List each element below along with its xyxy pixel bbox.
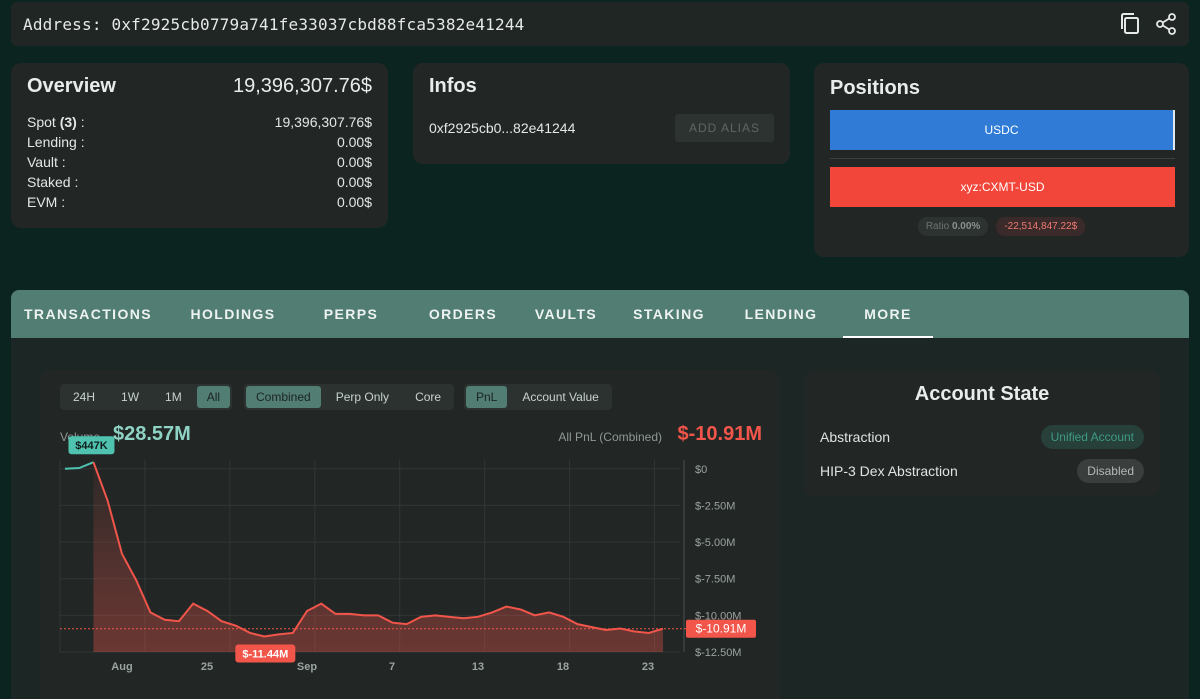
positions-card: Positions USDC xyz:CXMT-USD Ratio 0.00% … xyxy=(814,63,1189,257)
x-tick-label: 23 xyxy=(642,661,654,673)
y-tick-label: $0 xyxy=(695,464,707,476)
y-tick-label: $-7.50M xyxy=(695,574,735,586)
x-tick-label: Sep xyxy=(297,661,317,673)
tab-perps[interactable]: PERPS xyxy=(301,290,401,338)
short-address: 0xf2925cb0...82e41244 xyxy=(429,120,576,136)
tab-more[interactable]: MORE xyxy=(843,290,933,338)
net-value-badge: -22,514,847.22$ xyxy=(996,217,1086,236)
x-tick-label: 7 xyxy=(389,661,395,673)
positions-divider xyxy=(830,158,1175,159)
copy-icon[interactable] xyxy=(1119,13,1141,35)
infos-card: Infos 0xf2925cb0...82e41244 ADD ALIAS xyxy=(413,63,790,164)
gain-line xyxy=(64,461,94,470)
add-alias-button[interactable]: ADD ALIAS xyxy=(674,114,774,142)
overview-row-spot: Spot (3) : 19,396,307.76$ xyxy=(27,114,372,130)
x-tick-label: 25 xyxy=(201,661,213,673)
overview-row-vault: Vault :0.00$ xyxy=(27,154,372,170)
wallet-address: 0xf2925cb0779a741fe33037cbd88fca5382e412… xyxy=(111,14,525,34)
pnl-chart-card: 24H 1W 1M All Combined Perp Only Core Pn… xyxy=(40,370,780,699)
ratio-badge: Ratio 0.00% xyxy=(917,217,989,236)
tab-staking[interactable]: STAKING xyxy=(619,290,719,338)
min-label: $-11.44M xyxy=(242,648,288,660)
overview-row-evm: EVM :0.00$ xyxy=(27,194,372,210)
tab-holdings[interactable]: HOLDINGS xyxy=(177,290,289,338)
pnl-chart[interactable]: $0$-2.50M$-5.00M$-7.50M$-10.00M$-12.50MA… xyxy=(40,370,780,699)
overview-total: 19,396,307.76$ xyxy=(232,75,372,97)
overview-row-staked: Staked :0.00$ xyxy=(27,174,372,190)
y-tick-label: $-5.00M xyxy=(695,537,735,549)
tab-transactions[interactable]: TRANSACTIONS xyxy=(11,290,165,338)
overview-row-lending: Lending :0.00$ xyxy=(27,134,372,150)
position-short-bar[interactable]: xyz:CXMT-USD xyxy=(830,167,1175,207)
tab-lending[interactable]: LENDING xyxy=(731,290,831,338)
overview-card: Overview 19,396,307.76$ Spot (3) : 19,39… xyxy=(11,63,388,228)
share-icon[interactable] xyxy=(1155,13,1177,35)
max-label: $447K xyxy=(75,440,107,452)
last-value-tag: $-10.91M xyxy=(696,622,747,636)
x-tick-label: 18 xyxy=(557,661,569,673)
infos-title: Infos xyxy=(429,75,477,97)
pnl-line xyxy=(92,461,664,638)
address-bar: Address: 0xf2925cb0779a741fe33037cbd88fc… xyxy=(11,2,1189,46)
address-text: Address: 0xf2925cb0779a741fe33037cbd88fc… xyxy=(23,14,525,34)
hip3-badge: Disabled xyxy=(1077,459,1144,483)
positions-title: Positions xyxy=(830,77,921,99)
tab-vaults[interactable]: VAULTS xyxy=(525,290,607,338)
tab-bar: TRANSACTIONS HOLDINGS PERPS ORDERS VAULT… xyxy=(11,290,1189,338)
x-tick-label: 13 xyxy=(472,661,484,673)
x-tick-label: Aug xyxy=(111,661,132,673)
y-tick-label: $-12.50M xyxy=(695,647,741,659)
account-state-card: Account State Abstraction Unified Accoun… xyxy=(804,371,1160,496)
overview-title: Overview xyxy=(27,75,116,97)
abstraction-badge: Unified Account xyxy=(1040,425,1144,449)
account-row-abstraction: Abstraction Unified Account xyxy=(820,420,1144,454)
tab-orders[interactable]: ORDERS xyxy=(413,290,513,338)
account-state-title: Account State xyxy=(914,383,1050,405)
account-row-hip3: HIP-3 Dex Abstraction Disabled xyxy=(820,454,1144,488)
y-tick-label: $-2.50M xyxy=(695,500,735,512)
position-long-bar[interactable]: USDC xyxy=(830,110,1175,150)
